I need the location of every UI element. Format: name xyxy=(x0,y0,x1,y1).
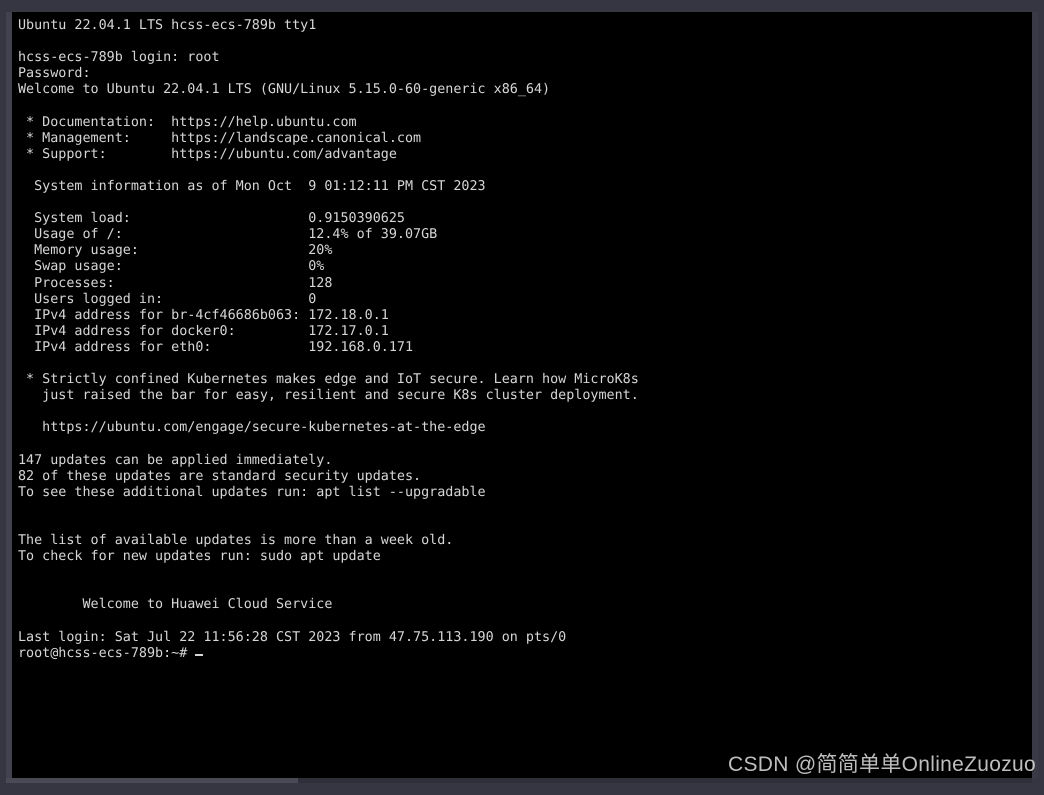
terminal-line: Swap usage: 0% xyxy=(18,259,325,275)
terminal-line: To see these additional updates run: apt… xyxy=(18,484,486,500)
horizontal-scrollbar-track[interactable] xyxy=(6,778,1032,783)
terminal-line: IPv4 address for eth0: 192.168.0.171 xyxy=(18,339,414,355)
terminal-line: https://ubuntu.com/engage/secure-kuberne… xyxy=(18,420,486,436)
terminal-line: hcss-ecs-789b login: root xyxy=(18,50,220,66)
terminal-prompt-line[interactable]: root@hcss-ecs-789b:~# xyxy=(12,646,1032,662)
terminal-line: * Management: https://landscape.canonica… xyxy=(18,130,422,146)
terminal-line: Welcome to Ubuntu 22.04.1 LTS (GNU/Linux… xyxy=(18,82,551,98)
terminal-screen[interactable]: Ubuntu 22.04.1 LTS hcss-ecs-789b tty1 hc… xyxy=(12,12,1032,778)
terminal-line: 82 of these updates are standard securit… xyxy=(18,468,422,484)
terminal-line: * Documentation: https://help.ubuntu.com xyxy=(18,114,357,130)
terminal-line: IPv4 address for br-4cf46686b063: 172.18… xyxy=(18,307,389,323)
terminal-line: The list of available updates is more th… xyxy=(18,533,454,548)
terminal-line: Welcome to Huawei Cloud Service xyxy=(18,597,333,613)
terminal-line: just raised the bar for easy, resilient … xyxy=(18,388,639,404)
terminal-line: System information as of Mon Oct 9 01:12… xyxy=(18,178,486,194)
terminal-line: Usage of /: 12.4% of 39.07GB xyxy=(18,227,438,243)
terminal-line: * Strictly confined Kubernetes makes edg… xyxy=(18,372,639,388)
horizontal-scrollbar-thumb[interactable] xyxy=(6,778,298,783)
terminal-line: Processes: 128 xyxy=(18,275,333,291)
terminal-line: Memory usage: 20% xyxy=(18,243,333,259)
csdn-watermark: CSDN @简简单单OnlineZuozuo xyxy=(727,753,1036,776)
terminal-line: IPv4 address for docker0: 172.17.0.1 xyxy=(18,323,389,339)
terminal-window: Ubuntu 22.04.1 LTS hcss-ecs-789b tty1 hc… xyxy=(0,0,1044,795)
terminal-line: Ubuntu 22.04.1 LTS hcss-ecs-789b tty1 xyxy=(18,18,317,33)
shell-prompt: root@hcss-ecs-789b:~# xyxy=(18,645,188,661)
terminal-right-edge xyxy=(1032,12,1038,778)
terminal-cursor xyxy=(195,653,204,656)
terminal-line: To check for new updates run: sudo apt u… xyxy=(18,549,381,565)
terminal-line: Last login: Sat Jul 22 11:56:28 CST 2023… xyxy=(18,629,567,645)
terminal-line: * Support: https://ubuntu.com/advantage xyxy=(18,146,397,162)
terminal-line: Password: xyxy=(18,66,91,82)
terminal-output: Ubuntu 22.04.1 LTS hcss-ecs-789b tty1 hc… xyxy=(12,18,1032,662)
terminal-line: 147 updates can be applied immediately. xyxy=(18,452,333,468)
terminal-line: System load: 0.9150390625 xyxy=(18,211,405,227)
terminal-line: Users logged in: 0 xyxy=(18,291,317,307)
